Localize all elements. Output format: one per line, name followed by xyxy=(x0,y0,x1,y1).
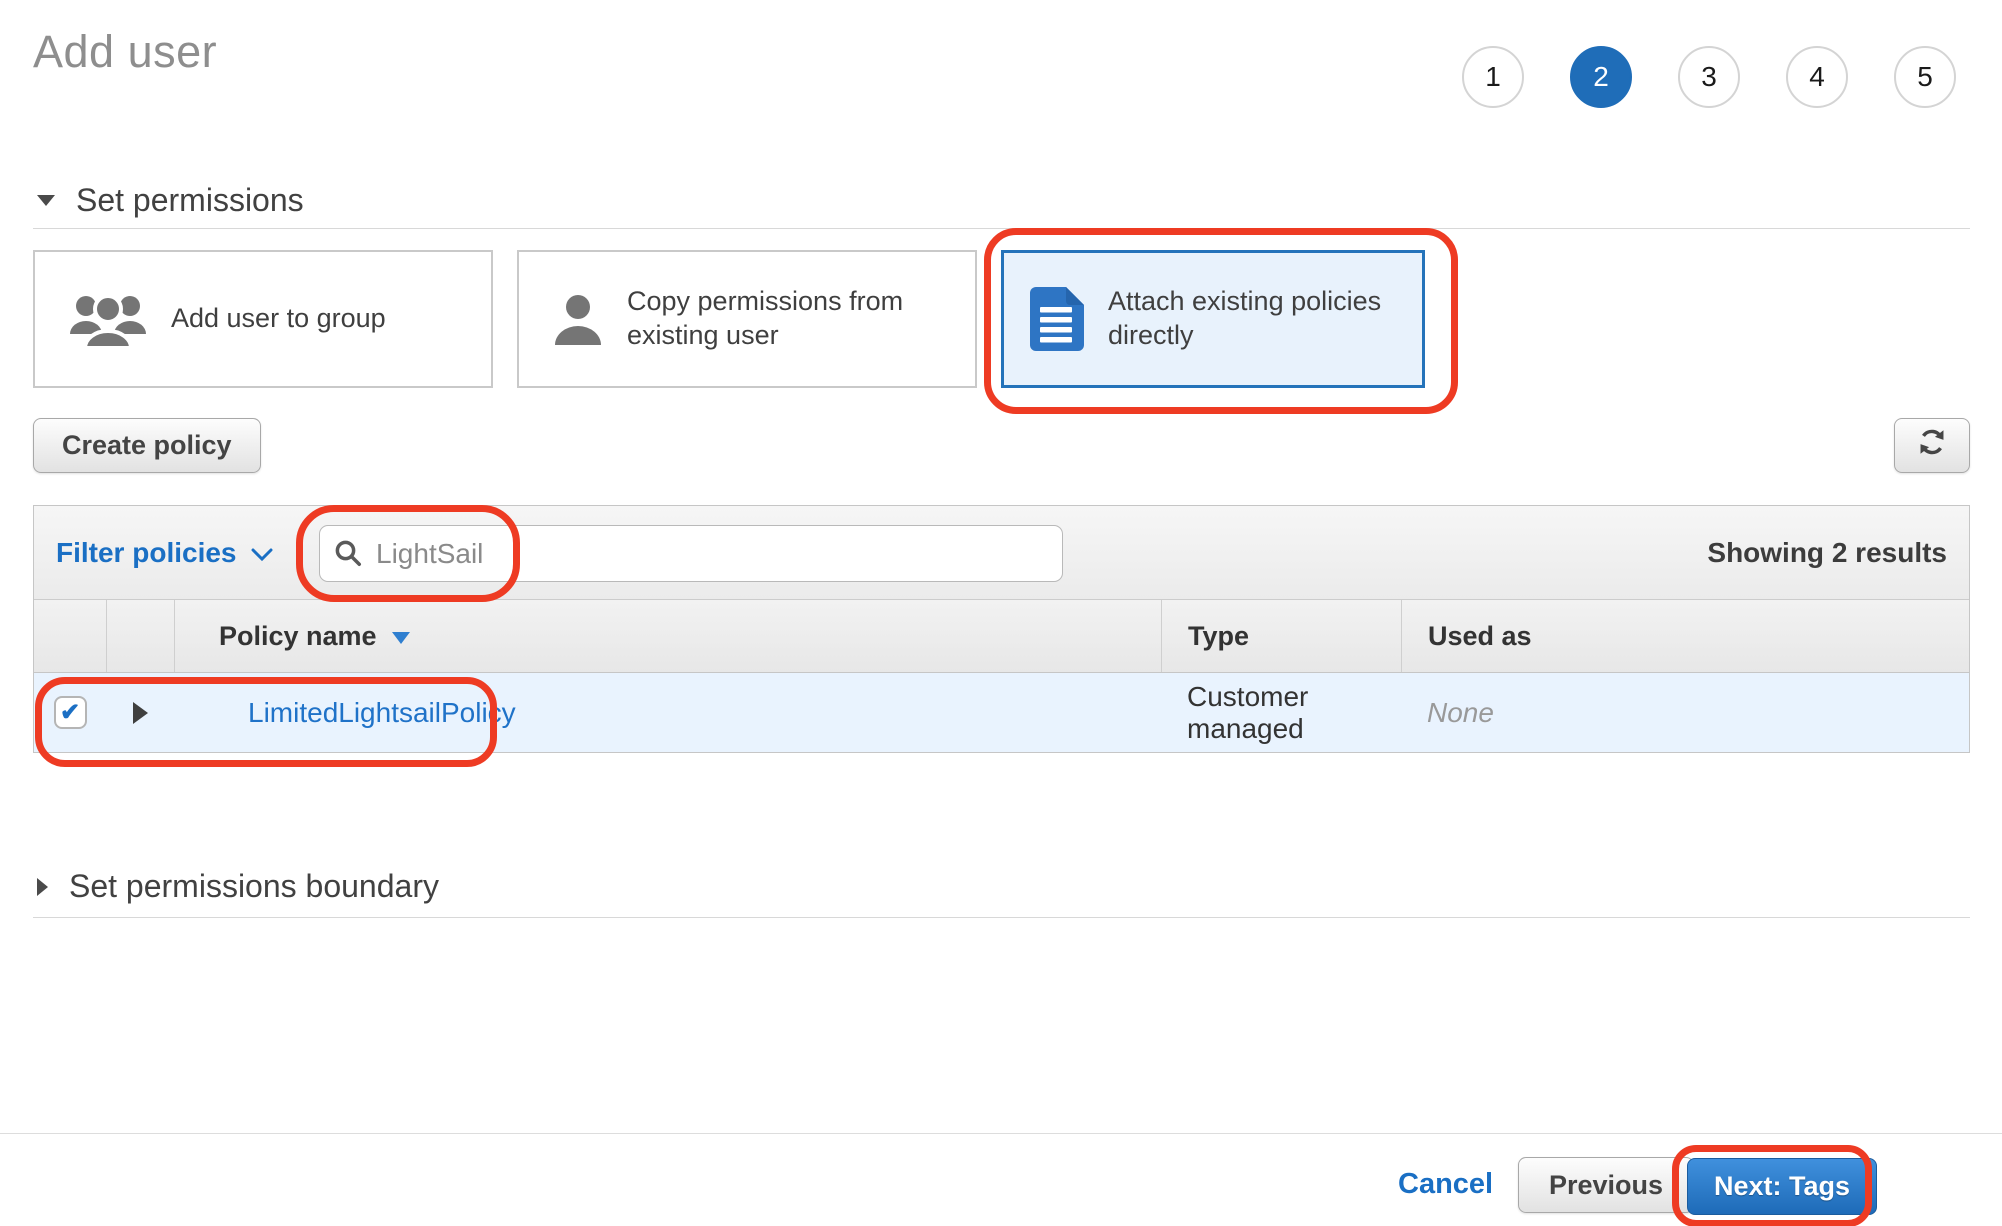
filter-policies-label: Filter policies xyxy=(56,537,237,569)
set-permissions-section-header[interactable]: Set permissions xyxy=(37,182,304,219)
user-group-icon xyxy=(69,290,147,348)
step-3: 3 xyxy=(1678,46,1740,108)
policy-search-input[interactable] xyxy=(319,525,1063,582)
set-permissions-title: Set permissions xyxy=(76,182,304,219)
policy-type-value: Customer managed xyxy=(1187,681,1401,745)
refresh-button[interactable] xyxy=(1894,418,1970,473)
policy-search xyxy=(319,525,1063,582)
filter-policies-dropdown[interactable]: Filter policies xyxy=(56,506,273,600)
user-icon xyxy=(553,293,603,345)
next-tags-button[interactable]: Next: Tags xyxy=(1687,1158,1877,1215)
permission-option-cards: Add user to group Copy permissions from … xyxy=(33,250,1425,388)
set-permissions-boundary-header[interactable]: Set permissions boundary xyxy=(37,868,439,905)
header-checkbox-cell xyxy=(34,600,106,672)
policy-document-icon xyxy=(1028,287,1084,351)
refresh-icon xyxy=(1916,426,1948,465)
card-attach-existing-policies[interactable]: Attach existing policies directly xyxy=(1001,250,1425,388)
chevron-down-icon xyxy=(251,537,273,569)
check-icon: ✔ xyxy=(60,701,80,725)
table-header-row: Policy name Type Used as xyxy=(34,600,1969,673)
section-divider xyxy=(33,228,1970,229)
section-divider xyxy=(33,917,1970,918)
card-add-user-to-group[interactable]: Add user to group xyxy=(33,250,493,388)
card-label: Copy permissions from existing user xyxy=(627,285,937,353)
column-header-type: Type xyxy=(1161,600,1401,672)
boundary-title: Set permissions boundary xyxy=(69,868,439,905)
add-user-wizard-page: Add user 1 2 3 4 5 Set permissions xyxy=(0,0,2002,1226)
search-icon xyxy=(333,538,363,573)
column-header-policy-name[interactable]: Policy name xyxy=(174,600,1161,672)
card-label: Add user to group xyxy=(171,302,386,336)
expand-caret-icon xyxy=(37,878,48,896)
card-copy-permissions[interactable]: Copy permissions from existing user xyxy=(517,250,977,388)
step-5: 5 xyxy=(1894,46,1956,108)
step-2-active: 2 xyxy=(1570,46,1632,108)
policy-name-header-label: Policy name xyxy=(219,621,377,652)
page-title: Add user xyxy=(33,26,217,78)
column-header-used-as: Used as xyxy=(1401,600,1969,672)
footer-divider xyxy=(0,1133,2002,1134)
collapse-caret-icon xyxy=(37,195,55,206)
step-1: 1 xyxy=(1462,46,1524,108)
create-policy-button[interactable]: Create policy xyxy=(33,418,261,473)
sort-descending-icon xyxy=(392,632,410,644)
step-4: 4 xyxy=(1786,46,1848,108)
row-checkbox-checked[interactable]: ✔ xyxy=(54,696,87,729)
results-count: Showing 2 results xyxy=(1707,506,1947,600)
wizard-step-indicator: 1 2 3 4 5 xyxy=(1462,46,1956,108)
cancel-link[interactable]: Cancel xyxy=(1398,1168,1493,1201)
header-expand-cell xyxy=(106,600,174,672)
row-expand-icon[interactable] xyxy=(133,702,148,724)
card-label: Attach existing policies directly xyxy=(1108,285,1402,353)
policy-used-as-value: None xyxy=(1427,697,1494,729)
policies-table: Filter policies Showing 2 results xyxy=(33,505,1970,753)
policies-filter-bar: Filter policies Showing 2 results xyxy=(34,506,1969,600)
policy-name-link[interactable]: LimitedLightsailPolicy xyxy=(248,697,516,729)
table-row-limited-lightsail-policy: ✔ LimitedLightsailPolicy Customer manage… xyxy=(34,673,1969,752)
previous-button[interactable]: Previous xyxy=(1518,1157,1694,1213)
